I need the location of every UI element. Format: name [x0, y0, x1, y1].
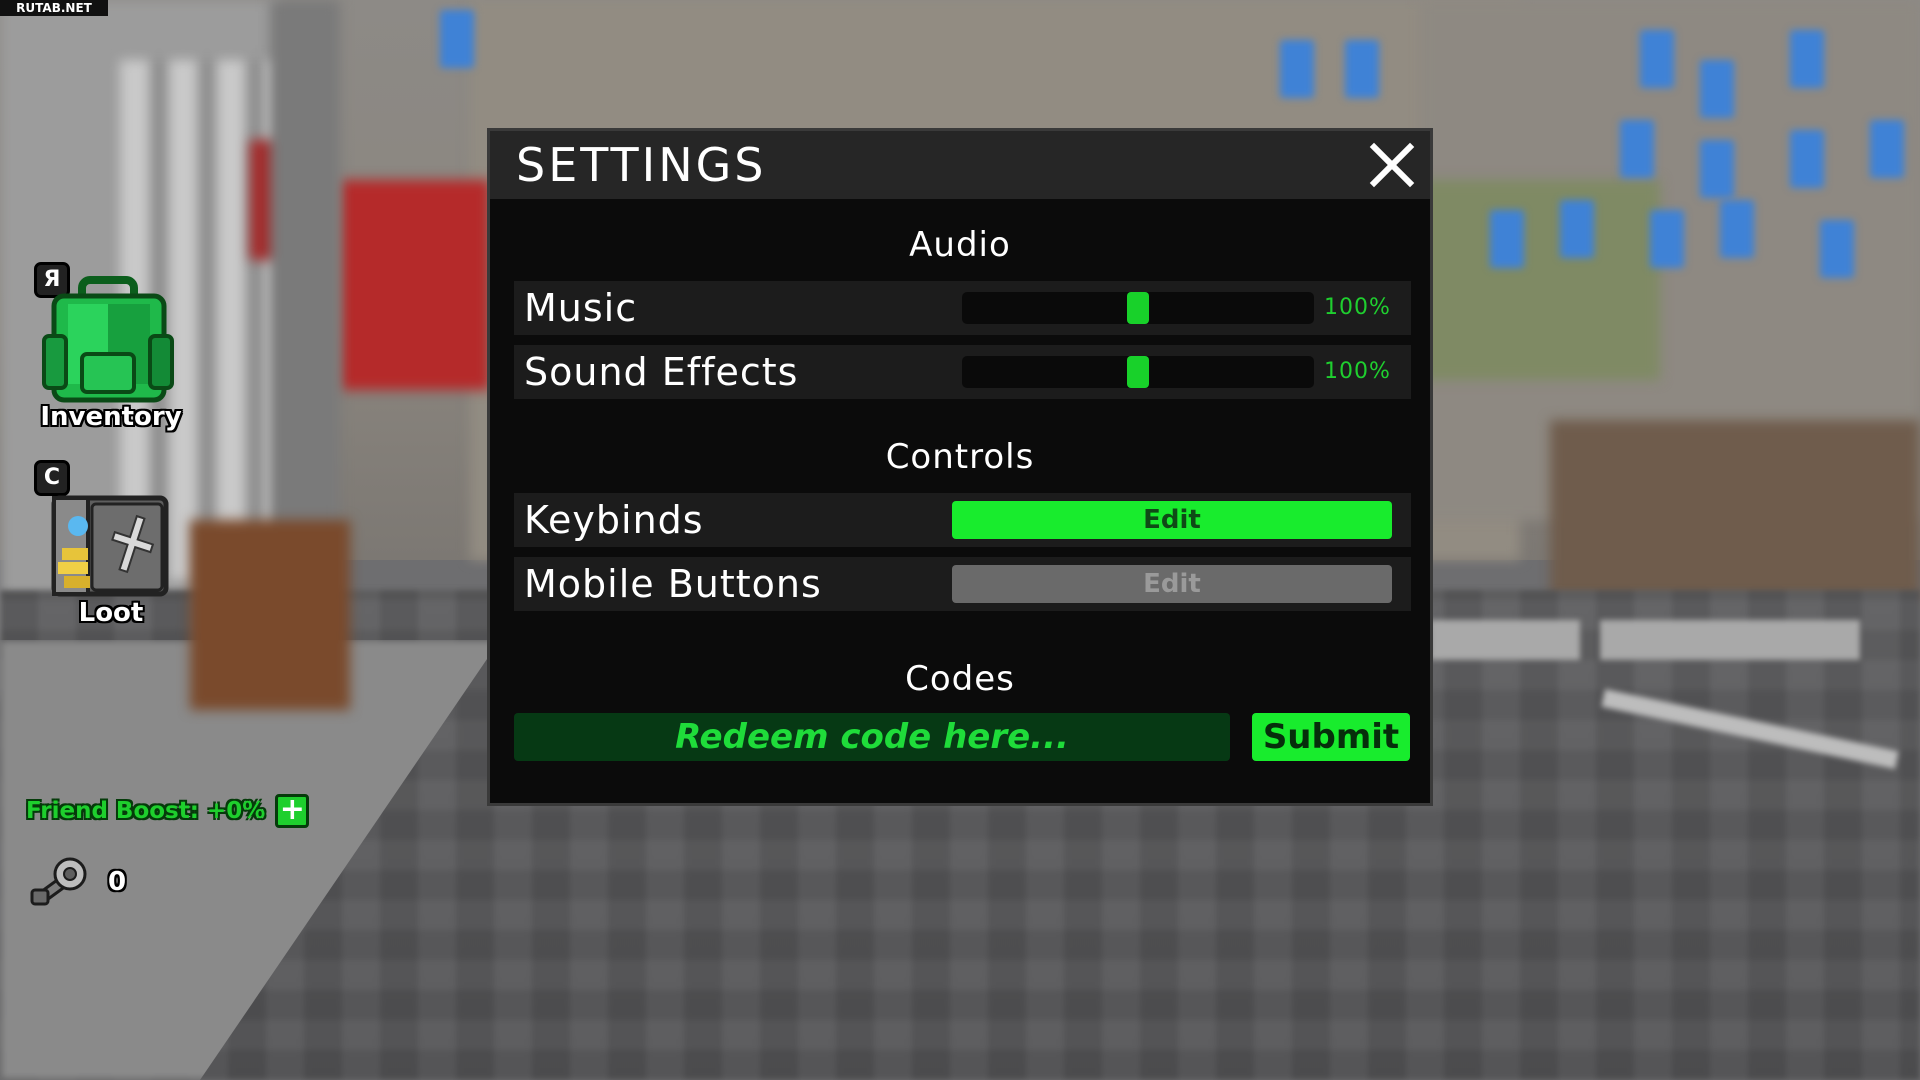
- building-window: [1790, 130, 1824, 188]
- mobile-buttons-row: Mobile Buttons Edit: [514, 557, 1411, 611]
- codes-heading: Codes: [905, 659, 1015, 699]
- sound-effects-slider-handle[interactable]: [1127, 356, 1149, 388]
- wrench-counter: 0: [30, 856, 126, 908]
- add-friend-button[interactable]: +: [275, 794, 310, 828]
- building-window: [1620, 120, 1654, 178]
- building-window: [1650, 210, 1684, 268]
- building-window: [1870, 120, 1904, 178]
- backpack-icon: [42, 276, 174, 403]
- loot-button[interactable]: C Loot: [28, 460, 169, 640]
- loot-label: Loot: [78, 598, 144, 628]
- building: [1550, 420, 1920, 600]
- close-icon[interactable]: [1364, 137, 1420, 193]
- watermark: RUTAB.NET: [0, 0, 108, 16]
- building-window: [1490, 210, 1524, 268]
- crate-stack: [190, 520, 350, 710]
- building-window: [1280, 40, 1314, 98]
- keybinds-edit-button[interactable]: Edit: [952, 501, 1392, 539]
- settings-modal: SETTINGS Audio Music 100% Sound Effects …: [487, 128, 1433, 806]
- building: [1420, 180, 1660, 380]
- building-window: [1640, 30, 1674, 88]
- building-window: [1820, 220, 1854, 278]
- mobile-buttons-edit-button[interactable]: Edit: [952, 565, 1392, 603]
- safe-icon: [51, 495, 169, 597]
- building-window: [1720, 200, 1754, 258]
- audio-heading: Audio: [909, 225, 1011, 265]
- music-row: Music 100%: [514, 281, 1411, 335]
- crosswalk-stripe: [1430, 620, 1580, 660]
- sound-effects-value: 100%: [1324, 359, 1391, 384]
- building-window: [1700, 140, 1734, 198]
- modal-header: SETTINGS: [490, 131, 1430, 199]
- sound-effects-row: Sound Effects 100%: [514, 345, 1411, 399]
- friend-boost-text: Friend Boost: +0%: [26, 798, 266, 824]
- redeem-code-input[interactable]: [514, 713, 1230, 761]
- keybinds-row: Keybinds Edit: [514, 493, 1411, 547]
- mobile-buttons-label: Mobile Buttons: [524, 562, 822, 606]
- modal-title: SETTINGS: [516, 138, 767, 192]
- music-value: 100%: [1324, 295, 1391, 320]
- friend-boost: Friend Boost: +0% +: [26, 794, 310, 828]
- sound-effects-label: Sound Effects: [524, 350, 799, 394]
- crosswalk-stripe: [1600, 620, 1860, 660]
- sound-effects-slider[interactable]: [962, 356, 1314, 388]
- keybinds-label: Keybinds: [524, 498, 704, 542]
- building-window: [1560, 200, 1594, 258]
- building-window: [1345, 40, 1379, 98]
- music-slider[interactable]: [962, 292, 1314, 324]
- controls-heading: Controls: [885, 437, 1035, 477]
- wrench-count: 0: [108, 867, 127, 897]
- inventory-label: Inventory: [40, 402, 182, 432]
- submit-code-button[interactable]: Submit: [1252, 713, 1410, 761]
- building-window: [1700, 60, 1734, 118]
- building-window: [440, 10, 474, 68]
- music-label: Music: [524, 286, 638, 330]
- inventory-button[interactable]: Я Inventory: [28, 262, 182, 442]
- building-window: [1790, 30, 1824, 88]
- wrench-icon: [30, 857, 87, 906]
- music-slider-handle[interactable]: [1127, 292, 1149, 324]
- building: [340, 180, 490, 390]
